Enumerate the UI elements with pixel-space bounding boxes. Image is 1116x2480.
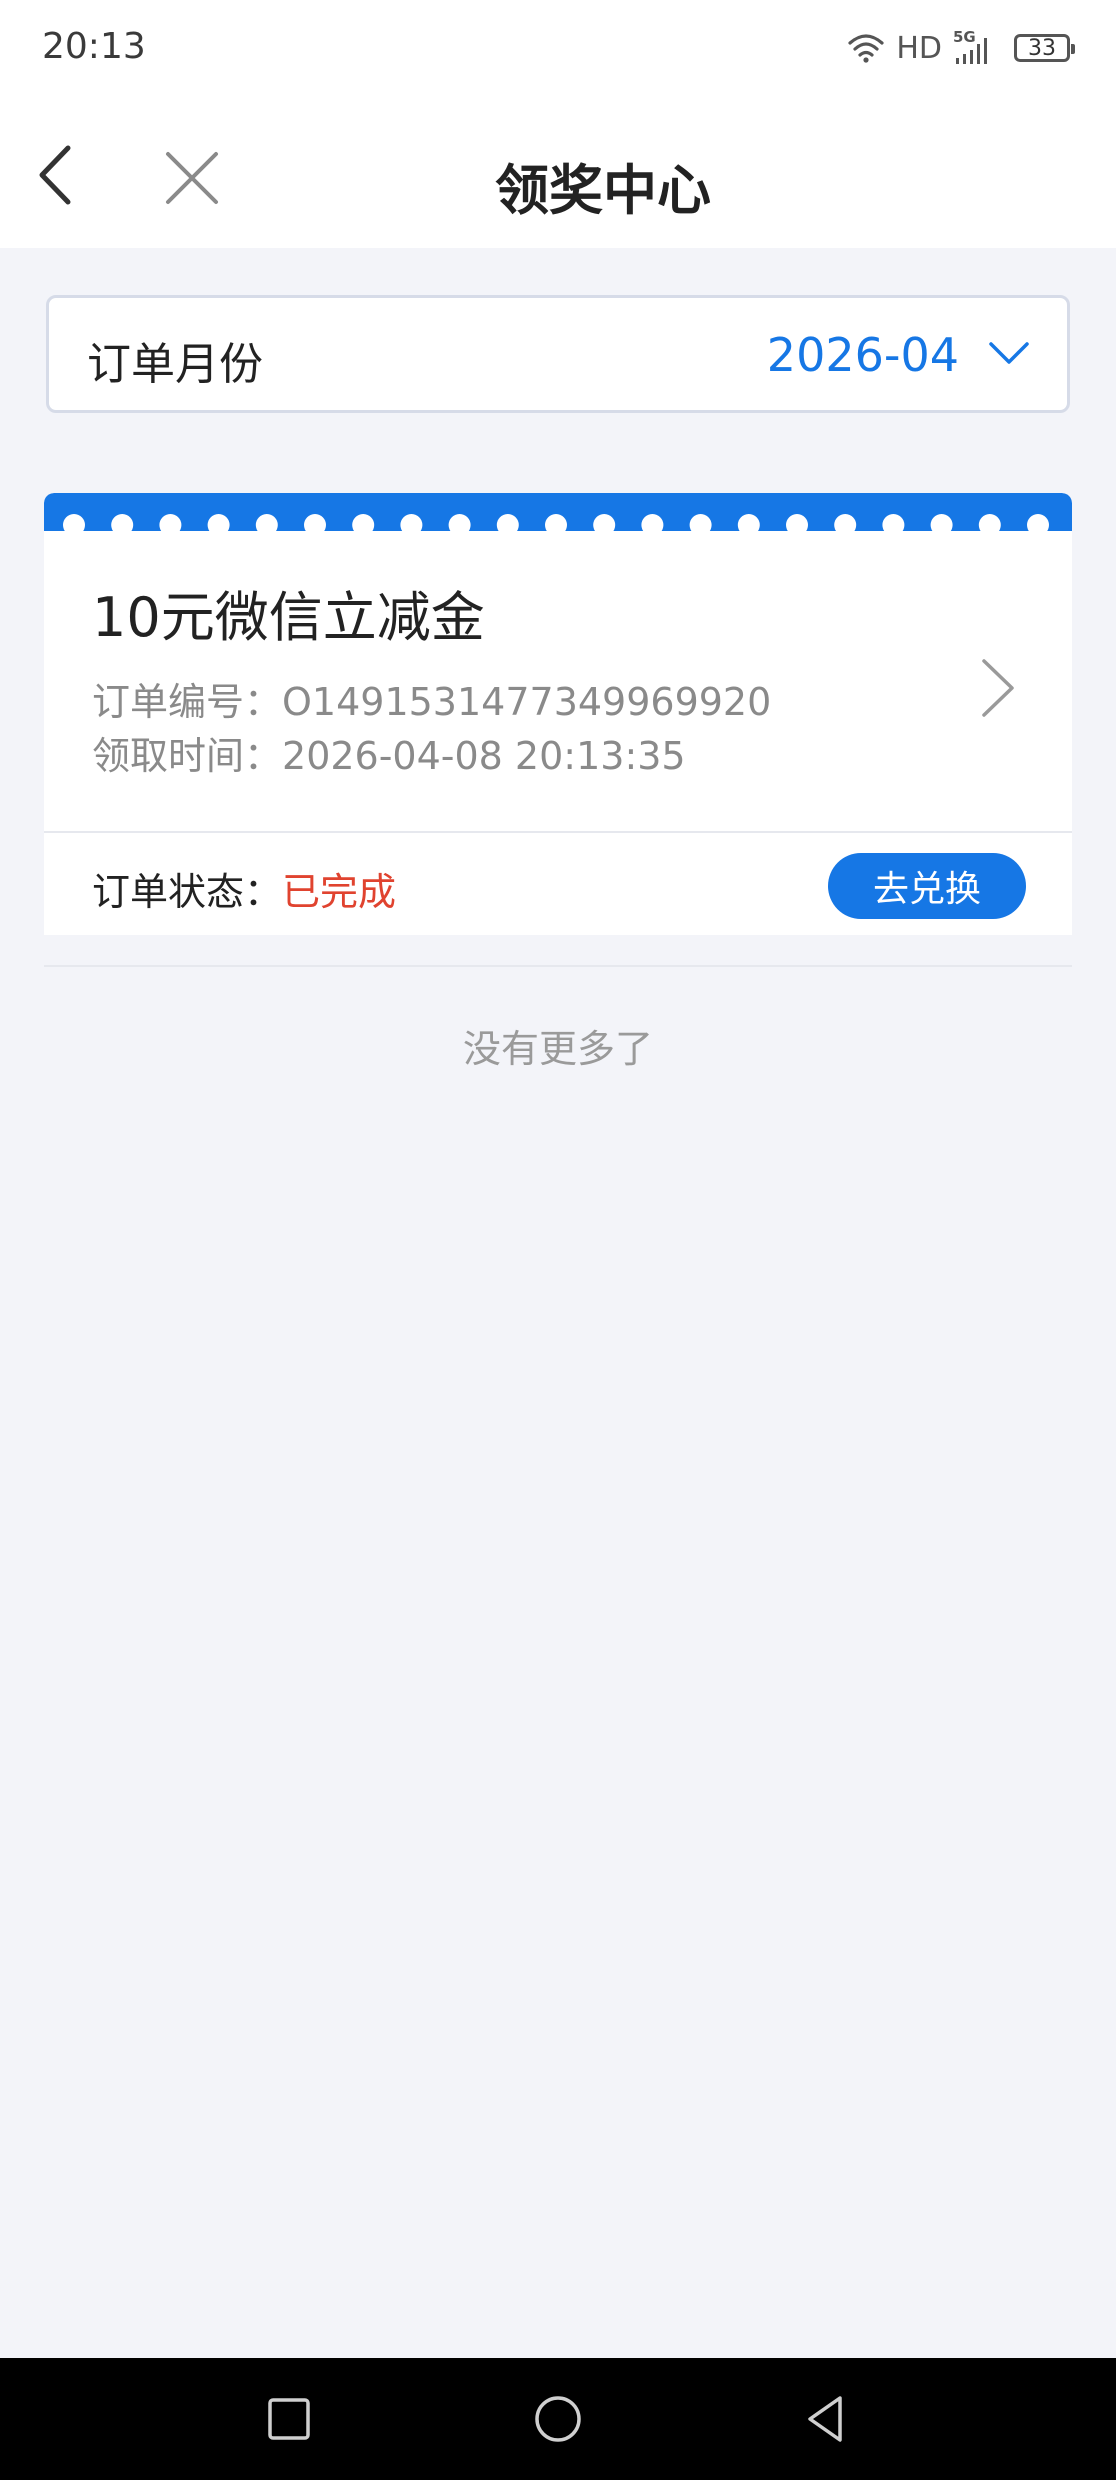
month-label: 订单月份: [87, 339, 263, 390]
order-status-row: 订单状态：已完成: [92, 861, 396, 916]
scallop-dot: [207, 514, 230, 535]
order-number-row: 订单编号：O1491531477349969920: [92, 671, 771, 726]
page-title: 领奖中心: [495, 159, 711, 222]
month-selector[interactable]: 订单月份 2026-04: [46, 295, 1070, 413]
scallop-dot: [448, 514, 471, 535]
recents-button[interactable]: [258, 2388, 320, 2450]
network-label: HD: [896, 30, 942, 66]
scallop-dot: [1027, 514, 1049, 535]
order-number-value: O1491531477349969920: [282, 680, 772, 724]
scallop-dot: [63, 514, 85, 535]
redeem-button[interactable]: 去兑换: [828, 853, 1026, 919]
chevron-right-icon[interactable]: [978, 655, 1018, 721]
scallop-edge: [63, 514, 1049, 535]
signal-icon: 5G: [953, 28, 987, 64]
scallop-dot: [255, 514, 278, 535]
scallop-dot: [641, 514, 664, 535]
order-status-value: 已完成: [282, 870, 397, 914]
scallop-dot: [689, 514, 712, 535]
scallop-dot: [834, 514, 857, 535]
claim-time-row: 领取时间：2026-04-08 20:13:35: [92, 725, 686, 780]
scallop-dot: [159, 514, 182, 535]
order-card[interactable]: 10元微信立减金 订单编号：O1491531477349969920 领取时间：…: [44, 493, 1072, 935]
list-divider: [44, 965, 1072, 967]
scallop-dot: [352, 514, 375, 535]
scallop-dot: [930, 514, 953, 535]
scallop-dot: [545, 514, 567, 535]
square-icon: [268, 2398, 310, 2440]
status-time: 20:13: [42, 26, 146, 67]
scallop-dot: [786, 514, 808, 535]
claim-time-label: 领取时间：: [92, 734, 283, 778]
order-status-label: 订单状态：: [92, 870, 283, 914]
scallop-dot: [593, 514, 616, 535]
battery-level: 33: [1028, 35, 1056, 61]
circle-icon: [535, 2396, 581, 2442]
card-divider: [44, 831, 1072, 833]
home-button[interactable]: [527, 2388, 589, 2450]
header-bar: 领奖中心: [0, 100, 1116, 248]
month-value: 2026-04: [766, 328, 959, 382]
scallop-dot: [882, 514, 905, 535]
system-nav-bar: [0, 2358, 1116, 2480]
status-bar: 20:13 HD 5G 33: [0, 0, 1116, 100]
battery-icon: 33: [1014, 34, 1075, 62]
scallop-dot: [737, 514, 760, 535]
claim-time-value: 2026-04-08 20:13:35: [282, 734, 686, 778]
scallop-dot: [400, 514, 423, 535]
signal-label: 5G: [953, 28, 976, 46]
scallop-dot: [978, 514, 1001, 535]
triangle-back-icon: [808, 2396, 842, 2442]
scallop-dot: [304, 514, 326, 535]
order-number-label: 订单编号：: [92, 680, 283, 724]
chevron-down-icon: [989, 342, 1029, 364]
scallop-dot: [496, 514, 519, 535]
system-back-button[interactable]: [796, 2388, 858, 2450]
list-end-message: 没有更多了: [462, 1027, 653, 1071]
scallop-dot: [111, 514, 134, 535]
wifi-icon: [848, 34, 884, 63]
status-icons: HD 5G 33: [846, 26, 1075, 70]
order-title: 10元微信立减金: [92, 586, 485, 649]
